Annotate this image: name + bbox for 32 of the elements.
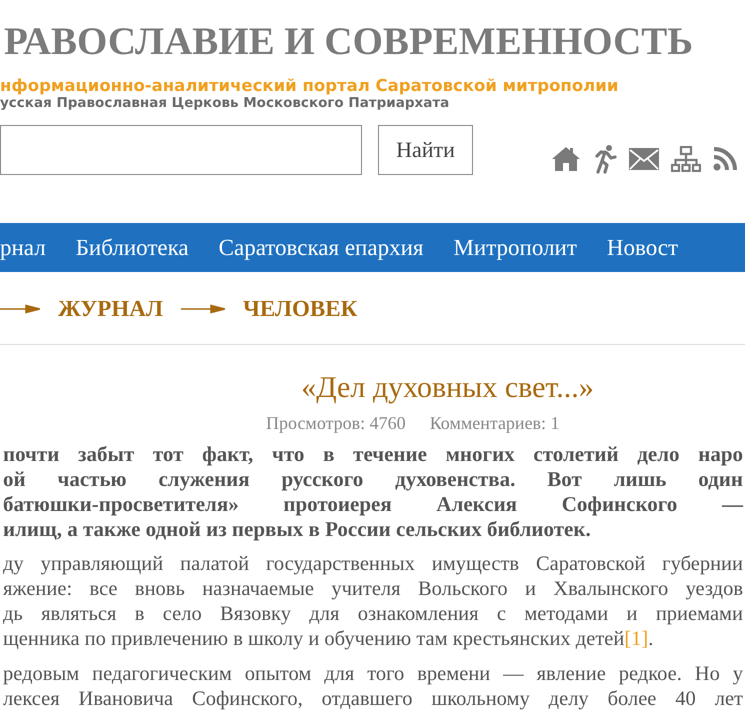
comments-count: Комментариев: 1 [430, 413, 560, 434]
nav-link[interactable]: Саратовская епархия [218, 234, 424, 260]
breadcrumb-link[interactable]: ЖУРНАЛ [58, 296, 163, 322]
envelope-icon[interactable] [629, 148, 659, 170]
lead-text-line: илищ, а также одной из первых в России сельских библиотек. [2, 517, 592, 542]
body-text-line: редовым педагогическим опытом для того времени — явление редкое. Но у [2, 662, 743, 687]
subtitle: усская Православная Церковь Московского Патриархата [0, 95, 450, 111]
body-text-line: щенника по привлечению в школу и обучению там крестьянских детей[1]. [2, 627, 654, 652]
nav-link[interactable]: рнал [0, 234, 46, 260]
arrow-icon [0, 304, 40, 314]
lead-text-line: ой частью служения русского духовенства. Вот лишь один [2, 467, 743, 492]
body-text-line: дь являться в село Вязовку для ознакомления с методами и приемами [2, 602, 743, 627]
views-count: Просмотров: 4760 [266, 413, 406, 434]
search-button[interactable]: Найти [378, 125, 473, 175]
home-icon[interactable] [551, 146, 581, 172]
rss-icon[interactable] [713, 147, 737, 171]
sitemap-icon[interactable] [671, 146, 701, 172]
site-title: РАВОСЛАВИЕ И СОВРЕМЕННОСТЬ [3, 19, 694, 64]
lead-text-line: почти забыт тот факт, что в течение многих столетий дело наро [2, 442, 743, 467]
breadcrumb-link[interactable]: ЧЕЛОВЕК [242, 296, 358, 322]
running-person-icon[interactable] [593, 144, 617, 174]
body-text-line: ду управляющий палатой государственных имуществ Саратовской губернии [2, 552, 743, 577]
lead-text-line: батюшки-просветителя» протоиерея Алексия Софинского — [2, 492, 743, 517]
article-title: «Дел духовных свет...» [300, 371, 595, 405]
nav-link[interactable]: Митрополит [453, 234, 577, 260]
nav-link[interactable]: Библиотека [76, 234, 189, 260]
tagline: нформационно-аналитический портал Саратовской митрополии [0, 76, 620, 95]
search-field[interactable] [0, 125, 362, 175]
body-text-line: лексея Ивановича Софинского, отдавшего школьному делу более 40 лет [2, 687, 743, 712]
body-text-line: яжение: все вновь назначаемые учителя Вольского и Хвалынского уездов [2, 577, 743, 602]
nav-link[interactable]: Новост [606, 234, 678, 260]
arrow-icon [180, 304, 225, 314]
